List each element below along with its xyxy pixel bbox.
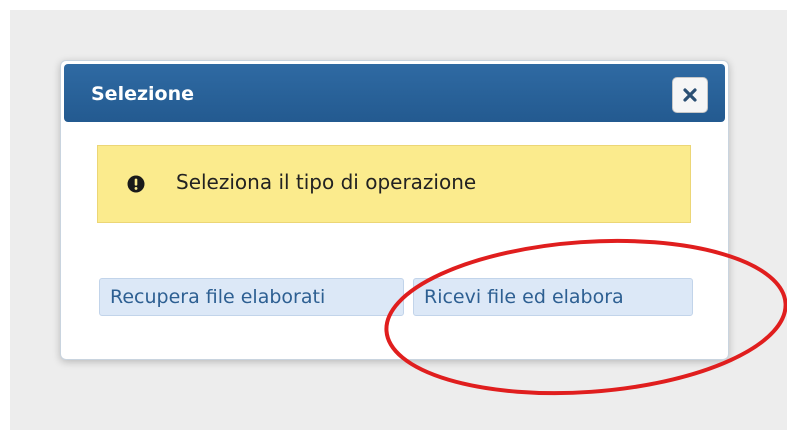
- dialog-titlebar: Selezione: [64, 64, 725, 122]
- ricevi-file-ed-elabora-button[interactable]: Ricevi file ed elabora: [413, 278, 693, 316]
- close-button[interactable]: [672, 77, 708, 113]
- exclamation-circle-icon: [127, 175, 145, 193]
- recupera-file-elaborati-button[interactable]: Recupera file elaborati: [99, 278, 404, 316]
- dialog-title: Selezione: [91, 83, 195, 105]
- alert-message: Seleziona il tipo di operazione: [176, 170, 477, 194]
- close-icon: [683, 88, 697, 102]
- selection-dialog: Selezione Seleziona il tipo di operazion…: [60, 60, 729, 360]
- warning-alert: Seleziona il tipo di operazione: [97, 145, 691, 223]
